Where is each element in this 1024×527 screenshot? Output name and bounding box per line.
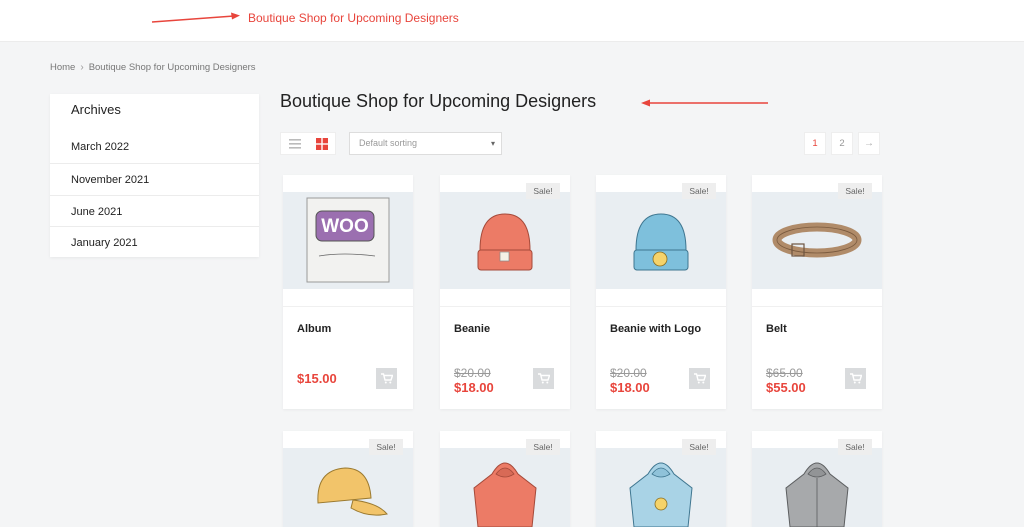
page-title: Boutique Shop for Upcoming Designers — [280, 91, 597, 111]
product-image[interactable] — [596, 448, 726, 527]
product-sale-price: $55.00 — [766, 380, 806, 395]
beanie-image — [477, 213, 533, 271]
list-view-icon — [288, 138, 301, 149]
sale-badge: Sale! — [526, 183, 560, 199]
card-divider — [596, 306, 726, 307]
sale-badge: Sale! — [838, 183, 872, 199]
product-image[interactable] — [440, 192, 570, 289]
product-image[interactable] — [752, 448, 882, 527]
add-to-cart-button[interactable] — [533, 368, 554, 389]
chevron-down-icon: ▾ — [490, 139, 495, 148]
sort-select-value: Default sorting — [359, 138, 418, 148]
product-name[interactable]: Beanie with Logo — [610, 323, 701, 335]
breadcrumb-current: Boutique Shop for Upcoming Designers — [88, 62, 256, 73]
sale-badge: Sale! — [838, 439, 872, 455]
album-image: WOO — [306, 197, 390, 283]
svg-text:WOO: WOO — [321, 216, 369, 237]
sale-badge: Sale! — [682, 439, 716, 455]
page-1-button[interactable]: 1 — [804, 132, 826, 155]
product-regular-price: $20.00 — [610, 366, 647, 380]
product-price: $15.00 — [297, 371, 337, 386]
grid-view-icon — [315, 137, 328, 150]
archives-widget: Archives March 2022 November 2021 June 2… — [50, 94, 259, 257]
product-card-belt[interactable]: Sale! Belt $65.00 $55.00 — [752, 175, 882, 409]
page-2-button[interactable]: 2 — [831, 132, 853, 155]
card-divider — [752, 306, 882, 307]
archive-item-june-2021[interactable]: June 2021 — [50, 195, 259, 227]
site-title[interactable]: Boutique Shop for Upcoming Designers — [248, 11, 459, 25]
hoodie-grey-image — [785, 462, 849, 527]
sale-badge: Sale! — [526, 439, 560, 455]
add-to-cart-button[interactable] — [689, 368, 710, 389]
card-divider — [283, 306, 413, 307]
grid-view-button[interactable] — [308, 133, 335, 154]
view-toggle — [280, 132, 336, 155]
breadcrumb-home-link[interactable]: Home — [50, 62, 75, 73]
archive-item-january-2021[interactable]: January 2021 — [50, 226, 259, 258]
product-name[interactable]: Belt — [766, 323, 787, 335]
breadcrumb: Home › Boutique Shop for Upcoming Design… — [50, 62, 256, 73]
sort-select[interactable]: Default sorting ▾ — [349, 132, 502, 155]
product-image[interactable]: WOO — [283, 192, 413, 289]
annotation-arrow-icon — [151, 12, 240, 23]
product-name[interactable]: Beanie — [454, 323, 490, 335]
product-sale-price: $18.00 — [610, 380, 650, 395]
product-name[interactable]: Album — [297, 323, 331, 335]
annotation-arrow-icon — [641, 99, 768, 107]
product-card-cap[interactable]: Sale! — [283, 431, 413, 527]
sale-badge: Sale! — [682, 183, 716, 199]
product-sale-price: $18.00 — [454, 380, 494, 395]
site-header: Boutique Shop for Upcoming Designers — [0, 0, 1024, 42]
product-card-hoodie-with-zipper[interactable]: Sale! — [752, 431, 882, 527]
beanie-logo-image — [633, 213, 689, 271]
pagination: 1 2 → — [804, 132, 880, 155]
cart-icon — [693, 373, 706, 384]
card-divider — [440, 306, 570, 307]
product-regular-price: $20.00 — [454, 366, 491, 380]
archives-title: Archives — [71, 102, 121, 117]
product-image[interactable] — [283, 448, 413, 527]
hoodie-red-image — [473, 462, 537, 527]
add-to-cart-button[interactable] — [376, 368, 397, 389]
belt-image — [772, 222, 862, 258]
list-view-button[interactable] — [281, 133, 308, 154]
hoodie-blue-image — [629, 462, 693, 527]
product-regular-price: $65.00 — [766, 366, 803, 380]
archive-item-march-2022[interactable]: March 2022 — [50, 131, 259, 163]
product-card-hoodie-with-logo[interactable]: Sale! — [596, 431, 726, 527]
cart-icon — [380, 373, 393, 384]
product-card-beanie-with-logo[interactable]: Sale! Beanie with Logo $20.00 $18.00 — [596, 175, 726, 409]
next-page-button[interactable]: → — [858, 132, 880, 155]
product-image[interactable] — [752, 192, 882, 289]
product-image[interactable] — [440, 448, 570, 527]
archive-item-november-2021[interactable]: November 2021 — [50, 163, 259, 195]
cap-image — [317, 467, 388, 516]
chevron-right-icon: › — [80, 62, 84, 73]
product-card-hoodie[interactable]: Sale! — [440, 431, 570, 527]
sale-badge: Sale! — [369, 439, 403, 455]
cart-icon — [849, 373, 862, 384]
product-card-beanie[interactable]: Sale! Beanie $20.00 $18.00 — [440, 175, 570, 409]
cart-icon — [537, 373, 550, 384]
product-image[interactable] — [596, 192, 726, 289]
arrow-right-icon: → — [864, 138, 874, 149]
add-to-cart-button[interactable] — [845, 368, 866, 389]
product-card-album[interactable]: WOO Album $15.00 — [283, 175, 413, 409]
